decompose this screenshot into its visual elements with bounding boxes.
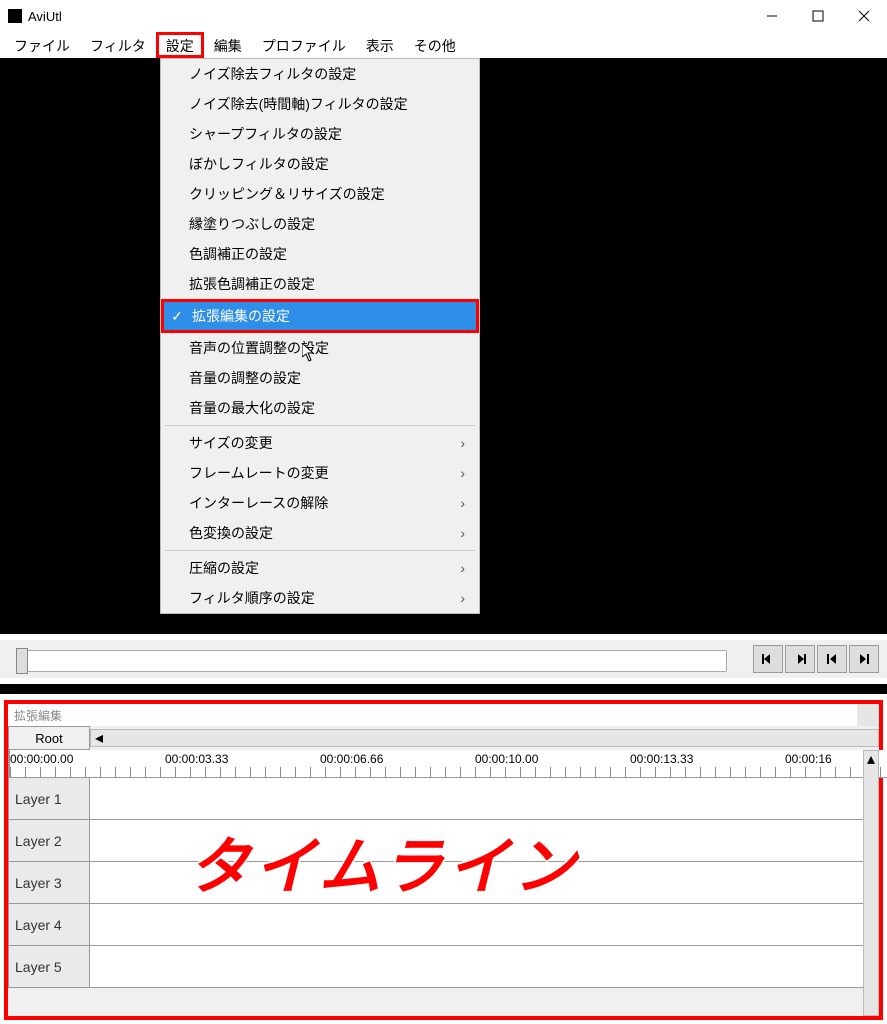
menu-item-clip-resize[interactable]: クリッピング＆リサイズの設定 [161,179,479,209]
timestamp: 00:00:00.00 [10,752,165,766]
window-title: AviUtl [28,9,749,24]
layer-track[interactable] [90,946,879,988]
timestamp: 00:00:03.33 [165,752,320,766]
timeline-titlebar: 拡張編集 [8,704,879,726]
menu-item-compression[interactable]: 圧縮の設定› [161,553,479,583]
menu-file[interactable]: ファイル [4,32,80,58]
maximize-button[interactable] [795,0,841,32]
time-ruler[interactable]: 00:00:00.00 00:00:03.33 00:00:06.66 00:0… [10,750,887,778]
layer-track[interactable] [90,820,879,862]
cursor-icon [302,343,318,363]
scroll-left-icon[interactable]: ◂ [91,730,107,746]
titlebar: AviUtl [0,0,887,32]
layer-label[interactable]: Layer 1 [8,778,90,820]
go-start-button[interactable] [817,645,847,673]
chevron-right-icon: › [460,465,479,481]
menu-edit[interactable]: 編集 [204,32,252,58]
menu-item-filter-order[interactable]: フィルタ順序の設定› [161,583,479,613]
close-button[interactable] [841,0,887,32]
chevron-right-icon: › [460,495,479,511]
menu-separator [165,550,475,551]
check-icon: ✓ [164,308,190,325]
layer-track[interactable] [90,862,879,904]
app-icon [8,9,22,23]
menu-item-border-fill[interactable]: 縁塗りつぶしの設定 [161,209,479,239]
timestamp: 00:00:06.66 [320,752,475,766]
menu-item-noise-time-filter[interactable]: ノイズ除去(時間軸)フィルタの設定 [161,89,479,119]
menubar: ファイル フィルタ 設定 編集 プロファイル 表示 その他 [0,32,887,58]
divider [0,624,887,634]
vscrollbar[interactable]: ▴ [863,750,879,1016]
timeline-title: 拡張編集 [14,707,62,724]
menu-item-sharp-filter[interactable]: シャープフィルタの設定 [161,119,479,149]
menu-item-ext-color-correct[interactable]: 拡張色調補正の設定 [161,269,479,299]
menu-item-resize[interactable]: サイズの変更› [161,428,479,458]
menu-item-volume-max[interactable]: 音量の最大化の設定 [161,393,479,423]
hscrollbar[interactable]: ◂ [90,729,879,747]
root-cell[interactable]: Root [8,726,90,750]
menu-filter[interactable]: フィルタ [80,32,156,58]
layer-label[interactable]: Layer 5 [8,946,90,988]
chevron-right-icon: › [460,560,479,576]
timeline-window: 拡張編集 Root ◂ 00:00:00.00 00:00:03.33 00:0… [4,700,883,1020]
menu-separator [165,425,475,426]
timestamp: 00:00:10.00 [475,752,630,766]
chevron-right-icon: › [460,435,479,451]
menu-item-color-correct[interactable]: 色調補正の設定 [161,239,479,269]
menu-item-noise-filter[interactable]: ノイズ除去フィルタの設定 [161,59,479,89]
chevron-right-icon: › [460,525,479,541]
divider [0,684,887,694]
step-back-button[interactable] [753,645,783,673]
menu-other[interactable]: その他 [404,32,466,58]
timestamp: 00:00:13.33 [630,752,785,766]
menu-item-blur-filter[interactable]: ぼかしフィルタの設定 [161,149,479,179]
seek-thumb[interactable] [16,648,28,674]
menu-item-ext-edit[interactable]: ✓拡張編集の設定 [161,299,479,333]
layer-label[interactable]: Layer 2 [8,820,90,862]
layer-label[interactable]: Layer 3 [8,862,90,904]
scroll-up-icon[interactable]: ▴ [864,751,878,767]
menu-item-framerate[interactable]: フレームレートの変更› [161,458,479,488]
seek-track[interactable] [16,650,727,672]
chevron-right-icon: › [460,590,479,606]
layer-label[interactable]: Layer 4 [8,904,90,946]
go-end-button[interactable] [849,645,879,673]
menu-item-deinterlace[interactable]: インターレースの解除› [161,488,479,518]
menu-profile[interactable]: プロファイル [252,32,356,58]
seek-bar [0,640,887,678]
layer-track[interactable] [90,778,879,820]
layer-track[interactable] [90,904,879,946]
settings-dropdown: ノイズ除去フィルタの設定 ノイズ除去(時間軸)フィルタの設定 シャープフィルタの… [160,58,480,614]
timeline-close-button[interactable] [857,704,879,726]
menu-item-audio-pos[interactable]: 音声の位置調整の設定 [161,333,479,363]
minimize-button[interactable] [749,0,795,32]
menu-settings[interactable]: 設定 [156,32,204,58]
menu-item-volume[interactable]: 音量の調整の設定 [161,363,479,393]
menu-view[interactable]: 表示 [356,32,404,58]
step-forward-button[interactable] [785,645,815,673]
menu-item-color-convert[interactable]: 色変換の設定› [161,518,479,548]
